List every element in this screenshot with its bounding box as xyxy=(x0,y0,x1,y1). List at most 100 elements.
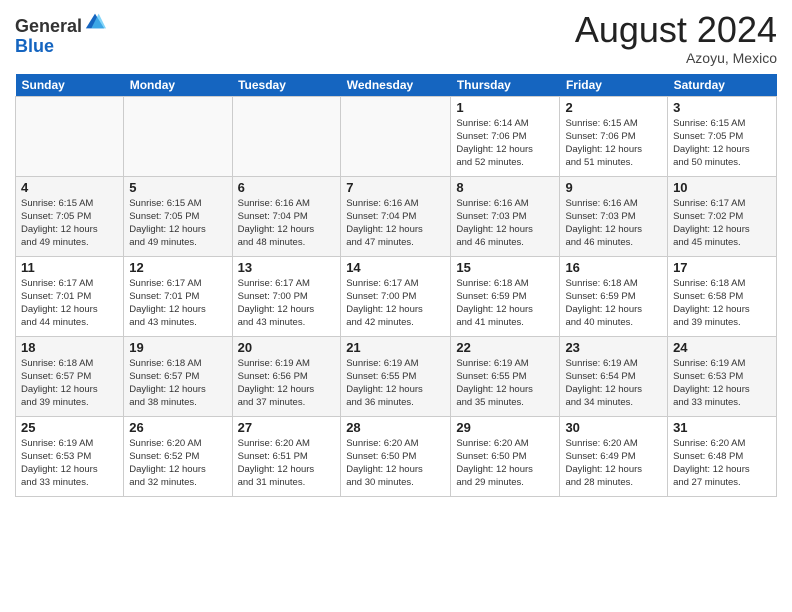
table-row: 2Sunrise: 6:15 AMSunset: 7:06 PMDaylight… xyxy=(560,96,668,176)
table-row: 7 Sunrise: 6:16 AMSunset: 7:04 PMDaylight… xyxy=(341,176,451,256)
table-row: 29Sunrise: 6:20 AMSunset: 6:50 PMDayligh… xyxy=(451,416,560,496)
table-row: 24 Sunrise: 6:19 AMSunset: 6:53 PMDayligh… xyxy=(668,336,777,416)
table-row: 14 Sunrise: 6:17 AMSunset: 7:00 PMDayligh… xyxy=(341,256,451,336)
day-info: Sunrise: 6:18 AMSunset: 6:57 PMDaylight:… xyxy=(129,357,226,410)
col-sunday: Sunday xyxy=(16,74,124,97)
day-info: Sunrise: 6:17 AMSunset: 7:00 PMDaylight:… xyxy=(238,277,336,330)
day-info: Sunrise: 6:15 AMSunset: 7:05 PMDaylight:… xyxy=(129,197,226,250)
day-number: 30 xyxy=(565,420,662,435)
week-row-2: 4 Sunrise: 6:15 AMSunset: 7:05 PMDaylight… xyxy=(16,176,777,256)
title-block: August 2024 Azoyu, Mexico xyxy=(575,10,777,66)
day-number: 15 xyxy=(456,260,554,275)
header: General Blue August 2024 Azoyu, Mexico xyxy=(15,10,777,66)
table-row xyxy=(16,96,124,176)
logo: General Blue xyxy=(15,10,106,57)
day-number: 27 xyxy=(238,420,336,435)
calendar-table: Sunday Monday Tuesday Wednesday Thursday… xyxy=(15,74,777,497)
week-row-3: 11Sunrise: 6:17 AMSunset: 7:01 PMDayligh… xyxy=(16,256,777,336)
day-number: 31 xyxy=(673,420,771,435)
table-row xyxy=(124,96,232,176)
day-info: Sunrise: 6:16 AMSunset: 7:04 PMDaylight:… xyxy=(238,197,336,250)
day-number: 17 xyxy=(673,260,771,275)
table-row: 19 Sunrise: 6:18 AMSunset: 6:57 PMDayligh… xyxy=(124,336,232,416)
day-number: 7 xyxy=(346,180,445,195)
day-number: 14 xyxy=(346,260,445,275)
day-number: 8 xyxy=(456,180,554,195)
col-monday: Monday xyxy=(124,74,232,97)
day-number: 5 xyxy=(129,180,226,195)
day-info: Sunrise: 6:20 AMSunset: 6:50 PMDaylight:… xyxy=(456,437,554,490)
col-saturday: Saturday xyxy=(668,74,777,97)
day-number: 21 xyxy=(346,340,445,355)
day-number: 4 xyxy=(21,180,118,195)
col-tuesday: Tuesday xyxy=(232,74,341,97)
day-info: Sunrise: 6:17 AMSunset: 7:01 PMDaylight:… xyxy=(21,277,118,330)
day-number: 16 xyxy=(565,260,662,275)
day-number: 25 xyxy=(21,420,118,435)
week-row-5: 25 Sunrise: 6:19 AMSunset: 6:53 PMDayligh… xyxy=(16,416,777,496)
col-thursday: Thursday xyxy=(451,74,560,97)
table-row: 16 Sunrise: 6:18 AMSunset: 6:59 PMDayligh… xyxy=(560,256,668,336)
month-title: August 2024 xyxy=(575,10,777,50)
col-friday: Friday xyxy=(560,74,668,97)
day-info: Sunrise: 6:15 AMSunset: 7:05 PMDaylight:… xyxy=(673,117,771,170)
table-row: 11Sunrise: 6:17 AMSunset: 7:01 PMDayligh… xyxy=(16,256,124,336)
day-info: Sunrise: 6:20 AMSunset: 6:48 PMDaylight:… xyxy=(673,437,771,490)
day-info: Sunrise: 6:19 AMSunset: 6:53 PMDaylight:… xyxy=(673,357,771,410)
table-row: 12 Sunrise: 6:17 AMSunset: 7:01 PMDayligh… xyxy=(124,256,232,336)
day-number: 18 xyxy=(21,340,118,355)
table-row: 30 Sunrise: 6:20 AMSunset: 6:49 PMDayligh… xyxy=(560,416,668,496)
day-number: 10 xyxy=(673,180,771,195)
table-row: 13 Sunrise: 6:17 AMSunset: 7:00 PMDayligh… xyxy=(232,256,341,336)
day-info: Sunrise: 6:20 AMSunset: 6:49 PMDaylight:… xyxy=(565,437,662,490)
table-row: 25 Sunrise: 6:19 AMSunset: 6:53 PMDayligh… xyxy=(16,416,124,496)
day-number: 12 xyxy=(129,260,226,275)
table-row: 4Sunrise: 6:15 AMSunset: 7:05 PMDaylight… xyxy=(16,176,124,256)
table-row: 21Sunrise: 6:19 AMSunset: 6:55 PMDayligh… xyxy=(341,336,451,416)
table-row: 26Sunrise: 6:20 AMSunset: 6:52 PMDayligh… xyxy=(124,416,232,496)
day-info: Sunrise: 6:18 AMSunset: 6:57 PMDaylight:… xyxy=(21,357,118,410)
day-number: 9 xyxy=(565,180,662,195)
day-number: 1 xyxy=(456,100,554,115)
day-info: Sunrise: 6:19 AMSunset: 6:55 PMDaylight:… xyxy=(456,357,554,410)
table-row: 3Sunrise: 6:15 AMSunset: 7:05 PMDaylight… xyxy=(668,96,777,176)
table-row: 27 Sunrise: 6:20 AMSunset: 6:51 PMDayligh… xyxy=(232,416,341,496)
day-number: 23 xyxy=(565,340,662,355)
day-info: Sunrise: 6:19 AMSunset: 6:53 PMDaylight:… xyxy=(21,437,118,490)
table-row: 28 Sunrise: 6:20 AMSunset: 6:50 PMDayligh… xyxy=(341,416,451,496)
day-info: Sunrise: 6:16 AMSunset: 7:03 PMDaylight:… xyxy=(565,197,662,250)
day-number: 28 xyxy=(346,420,445,435)
day-info: Sunrise: 6:18 AMSunset: 6:59 PMDaylight:… xyxy=(565,277,662,330)
week-row-1: 1Sunrise: 6:14 AMSunset: 7:06 PMDaylight… xyxy=(16,96,777,176)
table-row xyxy=(232,96,341,176)
day-number: 13 xyxy=(238,260,336,275)
day-info: Sunrise: 6:15 AMSunset: 7:06 PMDaylight:… xyxy=(565,117,662,170)
day-info: Sunrise: 6:20 AMSunset: 6:51 PMDaylight:… xyxy=(238,437,336,490)
day-info: Sunrise: 6:17 AMSunset: 7:01 PMDaylight:… xyxy=(129,277,226,330)
day-number: 22 xyxy=(456,340,554,355)
table-row: 10 Sunrise: 6:17 AMSunset: 7:02 PMDayligh… xyxy=(668,176,777,256)
table-row: 15 Sunrise: 6:18 AMSunset: 6:59 PMDayligh… xyxy=(451,256,560,336)
table-row: 8Sunrise: 6:16 AMSunset: 7:03 PMDaylight… xyxy=(451,176,560,256)
day-info: Sunrise: 6:20 AMSunset: 6:50 PMDaylight:… xyxy=(346,437,445,490)
day-info: Sunrise: 6:17 AMSunset: 7:00 PMDaylight:… xyxy=(346,277,445,330)
table-row xyxy=(341,96,451,176)
table-row: 23Sunrise: 6:19 AMSunset: 6:54 PMDayligh… xyxy=(560,336,668,416)
day-info: Sunrise: 6:18 AMSunset: 6:59 PMDaylight:… xyxy=(456,277,554,330)
table-row: 18 Sunrise: 6:18 AMSunset: 6:57 PMDayligh… xyxy=(16,336,124,416)
day-info: Sunrise: 6:19 AMSunset: 6:56 PMDaylight:… xyxy=(238,357,336,410)
table-row: 22 Sunrise: 6:19 AMSunset: 6:55 PMDayligh… xyxy=(451,336,560,416)
day-info: Sunrise: 6:17 AMSunset: 7:02 PMDaylight:… xyxy=(673,197,771,250)
table-row: 17 Sunrise: 6:18 AMSunset: 6:58 PMDayligh… xyxy=(668,256,777,336)
col-wednesday: Wednesday xyxy=(341,74,451,97)
page: General Blue August 2024 Azoyu, Mexico S… xyxy=(0,0,792,507)
table-row: 9 Sunrise: 6:16 AMSunset: 7:03 PMDaylight… xyxy=(560,176,668,256)
subtitle: Azoyu, Mexico xyxy=(575,50,777,66)
day-number: 20 xyxy=(238,340,336,355)
table-row: 31 Sunrise: 6:20 AMSunset: 6:48 PMDayligh… xyxy=(668,416,777,496)
day-info: Sunrise: 6:18 AMSunset: 6:58 PMDaylight:… xyxy=(673,277,771,330)
table-row: 5 Sunrise: 6:15 AMSunset: 7:05 PMDaylight… xyxy=(124,176,232,256)
day-number: 19 xyxy=(129,340,226,355)
day-info: Sunrise: 6:16 AMSunset: 7:04 PMDaylight:… xyxy=(346,197,445,250)
day-number: 24 xyxy=(673,340,771,355)
